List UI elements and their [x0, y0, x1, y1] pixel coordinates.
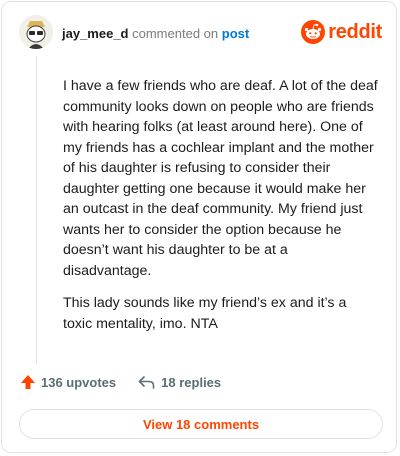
comment-paragraph-2: This lady sounds like my friend’s ex and…: [63, 295, 347, 332]
reply-arrow-icon: [138, 376, 155, 389]
commented-on-label: commented on: [132, 26, 219, 41]
username-link[interactable]: jay_mee_d: [62, 26, 129, 41]
upvote-button[interactable]: 136 upvotes: [20, 374, 116, 390]
upvote-count: 136 upvotes: [41, 374, 117, 390]
comment-body: I have a few friends who are deaf. A lot…: [63, 76, 379, 346]
reddit-brand[interactable]: reddit: [301, 20, 382, 44]
replies-button[interactable]: 18 replies: [138, 375, 221, 390]
comment-card: jay_mee_d commented on post reddit I hav…: [1, 1, 397, 453]
reddit-logo-icon: [301, 20, 326, 44]
comment-meta: jay_mee_d commented on post: [62, 26, 249, 42]
comment-actions: 136 upvotes 18 replies: [20, 374, 221, 390]
reply-count: 18 replies: [161, 374, 222, 390]
user-avatar[interactable]: [19, 15, 53, 49]
comment-paragraph-1: I have a few friends who are deaf. A lot…: [63, 78, 378, 279]
upvote-arrow-icon: [21, 375, 35, 389]
view-comments-button[interactable]: View 18 comments: [19, 409, 383, 439]
thread-line[interactable]: [36, 56, 37, 364]
reddit-wordmark: reddit: [328, 20, 382, 43]
snoo-avatar-icon: [19, 15, 53, 49]
post-link[interactable]: post: [222, 26, 249, 41]
